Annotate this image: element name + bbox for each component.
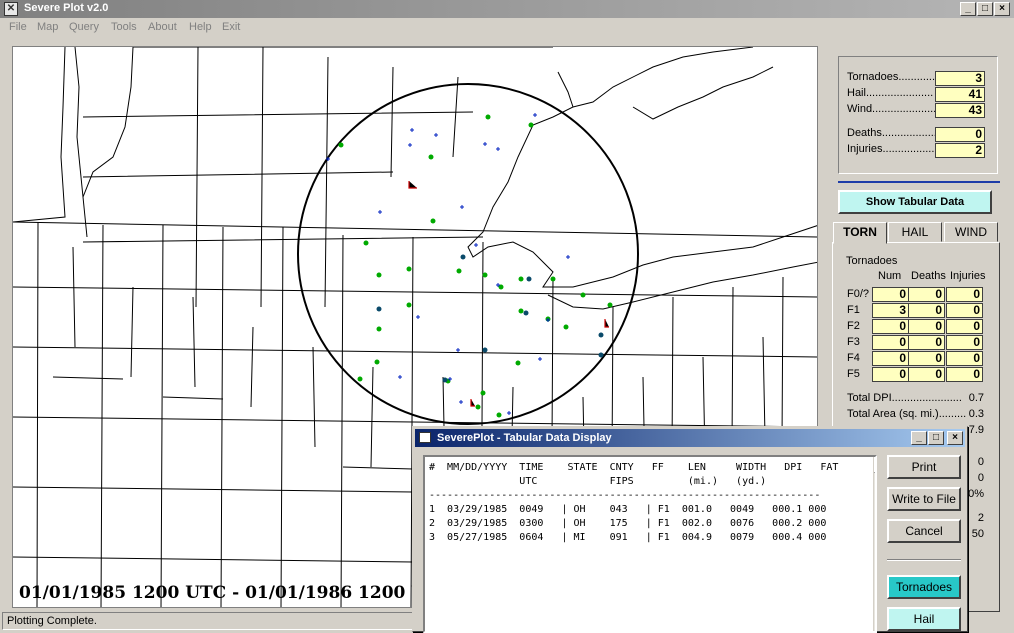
- menu-map[interactable]: Map: [37, 21, 58, 33]
- minimize-button[interactable]: _: [960, 2, 976, 16]
- f4-deaths: 0: [908, 351, 945, 366]
- table-header-row-1: # MM/DD/YYYY TIME STATE CNTY FF LEN WIDT…: [429, 462, 839, 473]
- deaths-count: 0: [935, 127, 985, 142]
- show-tabular-data-button[interactable]: Show Tabular Data: [838, 190, 992, 214]
- col-num: Num: [878, 270, 902, 282]
- row-label-f2: F2: [847, 320, 860, 332]
- menu-help[interactable]: Help: [189, 21, 212, 33]
- tabular-text-area[interactable]: # MM/DD/YYYY TIME STATE CNTY FF LEN WIDT…: [423, 455, 877, 633]
- print-button[interactable]: Print: [887, 455, 961, 479]
- f1-deaths: 0: [908, 303, 945, 318]
- window-title: Severe Plot v2.0: [24, 2, 109, 14]
- wind-markers: [326, 113, 570, 415]
- total-dpi-label: Total DPI.......................: [847, 392, 962, 404]
- f2-num: 0: [872, 319, 909, 334]
- date-range-label: 01/01/1985 1200 UTC - 01/01/1986 1200 UT…: [19, 583, 453, 603]
- cancel-button[interactable]: Cancel: [887, 519, 961, 543]
- injuries-count: 2: [935, 143, 985, 158]
- row-label-f1: F1: [847, 304, 860, 316]
- f4-injuries: 0: [946, 351, 983, 366]
- row-label-f3: F3: [847, 336, 860, 348]
- row-label-f4: F4: [847, 352, 860, 364]
- dialog-separator: [887, 559, 961, 561]
- tornadoes-button[interactable]: Tornadoes: [887, 575, 961, 599]
- total-dpi-value: 0.7: [968, 392, 984, 404]
- summary-panel: Tornadoes............. 3 Hail...........…: [838, 56, 998, 174]
- menu-bar: File Map Query Tools About Help Exit: [0, 18, 1014, 38]
- right-edge-bar: [1000, 48, 1014, 632]
- hail-button[interactable]: Hail: [887, 607, 961, 631]
- f4-num: 0: [872, 351, 909, 366]
- deaths-label: Deaths..................: [847, 127, 937, 139]
- tornadoes-label: Tornadoes.............: [847, 71, 939, 83]
- f5-deaths: 0: [908, 367, 945, 382]
- f3-num: 0: [872, 335, 909, 350]
- tabular-data-dialog: SeverePlot - Tabular Data Display _ □ × …: [412, 426, 968, 633]
- wind-label: Wind.....................: [847, 103, 937, 115]
- table-header-row-2: UTC FIPS (mi.) (yd.): [429, 476, 767, 487]
- divider-line: [838, 181, 1000, 183]
- tornadoes-count: 3: [935, 71, 985, 86]
- f0-deaths: 0: [908, 287, 945, 302]
- wind-dot-markers: [376, 254, 604, 383]
- status-bar: Plotting Complete.: [2, 612, 422, 630]
- write-to-file-button[interactable]: Write to File: [887, 487, 961, 511]
- f0-injuries: 0: [946, 287, 983, 302]
- f0-num: 0: [872, 287, 909, 302]
- app-icon: ✕: [4, 2, 18, 16]
- col-deaths: Deaths: [911, 270, 946, 282]
- dialog-close-button[interactable]: ×: [947, 431, 963, 445]
- f2-deaths: 0: [908, 319, 945, 334]
- total-area-label: Total Area (sq. mi.).........: [847, 408, 967, 420]
- dialog-minimize-button[interactable]: _: [911, 431, 927, 445]
- table-row: 2 03/29/1985 0300 | OH 175 | F1 002.0 00…: [429, 518, 827, 529]
- tab-torn[interactable]: TORN: [833, 222, 887, 244]
- f2-injuries: 0: [946, 319, 983, 334]
- f5-injuries: 0: [946, 367, 983, 382]
- tab-hail[interactable]: HAIL: [888, 222, 942, 242]
- f1-injuries: 0: [946, 303, 983, 318]
- maximize-button[interactable]: □: [977, 2, 993, 16]
- hail-count: 41: [935, 87, 985, 102]
- dialog-window-icon: [419, 432, 431, 443]
- total-area-value: 0.3: [968, 408, 984, 420]
- tornadoes-group-label: Tornadoes: [846, 255, 898, 267]
- hail-label: Hail......................: [847, 87, 934, 99]
- dialog-title: SeverePlot - Tabular Data Display: [437, 432, 612, 444]
- row-label-f5: F5: [847, 368, 860, 380]
- scroll-up-icon[interactable]: ▲: [874, 457, 875, 473]
- tab-wind[interactable]: WIND: [944, 222, 998, 242]
- table-row: 1 03/29/1985 0049 | OH 043 | F1 001.0 00…: [429, 504, 827, 515]
- menu-exit[interactable]: Exit: [222, 21, 240, 33]
- menu-file[interactable]: File: [9, 21, 27, 33]
- menu-tools[interactable]: Tools: [111, 21, 137, 33]
- injuries-label: Injuries.................: [847, 143, 935, 155]
- f3-injuries: 0: [946, 335, 983, 350]
- dialog-title-bar: SeverePlot - Tabular Data Display _ □ ×: [415, 429, 965, 447]
- dialog-scrollbar[interactable]: ▲: [873, 457, 875, 631]
- title-bar: ✕ Severe Plot v2.0 _ □ ×: [0, 0, 1014, 18]
- col-injuries: Injuries: [950, 270, 986, 282]
- dialog-maximize-button[interactable]: □: [928, 431, 944, 445]
- hail-markers: [338, 114, 613, 418]
- wind-count: 43: [935, 103, 985, 118]
- menu-about[interactable]: About: [148, 21, 177, 33]
- close-button[interactable]: ×: [994, 2, 1010, 16]
- f1-num: 3: [872, 303, 909, 318]
- f3-deaths: 0: [908, 335, 945, 350]
- row-label-f0: F0/?: [847, 288, 870, 300]
- table-row: 3 05/27/1985 0604 | MI 091 | F1 004.9 00…: [429, 532, 827, 543]
- table-divider: ----------------------------------------…: [429, 490, 821, 501]
- menu-query[interactable]: Query: [69, 21, 99, 33]
- f5-num: 0: [872, 367, 909, 382]
